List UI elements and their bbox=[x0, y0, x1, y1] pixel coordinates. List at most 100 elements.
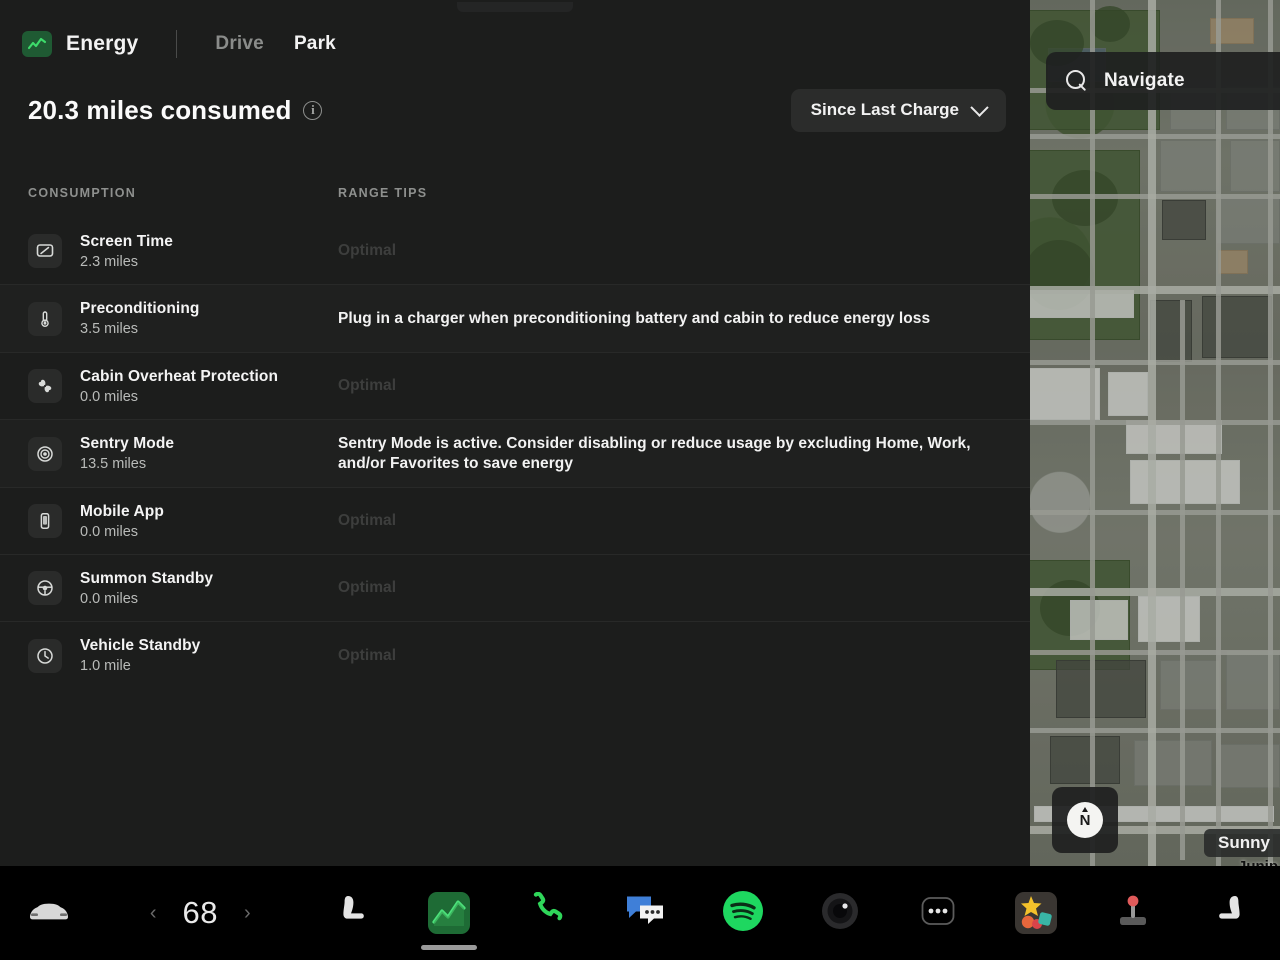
temp-decrease-button[interactable]: ‹ bbox=[150, 903, 157, 923]
row-value: 13.5 miles bbox=[80, 456, 147, 472]
table-row[interactable]: Cabin Overheat Protection 0.0 miles Opti… bbox=[0, 353, 1030, 420]
arcade-joystick-icon bbox=[1113, 891, 1153, 936]
seat-heater-right-icon bbox=[1214, 892, 1248, 935]
dock-messages-button[interactable] bbox=[596, 866, 694, 960]
column-header-consumption: CONSUMPTION bbox=[28, 186, 137, 200]
sentry-camera-icon bbox=[28, 436, 62, 471]
row-name: Preconditioning bbox=[80, 300, 200, 317]
row-name: Mobile App bbox=[80, 502, 164, 520]
consumed-text: 20.3 miles consumed bbox=[28, 94, 292, 125]
row-text: Mobile App 0.0 miles bbox=[80, 503, 164, 540]
row-value: 1.0 mile bbox=[80, 658, 131, 674]
dock-camera-button[interactable] bbox=[791, 866, 889, 960]
fan-icon bbox=[28, 369, 62, 403]
spotify-icon bbox=[722, 890, 764, 937]
table-row[interactable]: Vehicle Standby 1.0 mile Optimal bbox=[0, 622, 1030, 689]
row-text: Summon Standby 0.0 miles bbox=[80, 570, 213, 607]
row-name: Sentry Mode bbox=[80, 435, 175, 452]
dock-toybox-button[interactable] bbox=[987, 866, 1085, 960]
weather-badge[interactable]: Sunny bbox=[1204, 829, 1280, 857]
range-filter-label: Since Last Charge bbox=[810, 100, 959, 119]
search-icon bbox=[1066, 70, 1088, 92]
row-tip: Optimal bbox=[338, 377, 397, 395]
dock-spotify-button[interactable] bbox=[694, 866, 792, 960]
row-name: Screen Time bbox=[80, 232, 174, 250]
navigate-label: Navigate bbox=[1104, 70, 1185, 91]
toybox-icon bbox=[1014, 892, 1057, 934]
mobile-phone-icon bbox=[28, 504, 62, 538]
panel-drag-handle[interactable] bbox=[457, 2, 573, 12]
dock-car-button[interactable] bbox=[0, 866, 98, 960]
dock-climate-control: ‹ 68 › bbox=[98, 866, 303, 960]
thermometer-icon bbox=[28, 301, 62, 336]
row-tip: Optimal bbox=[338, 579, 397, 597]
summary-row: 20.3 miles consumed i Since Last Charge bbox=[0, 86, 1030, 134]
map-view[interactable] bbox=[1030, 0, 1280, 866]
row-value: 0.0 miles bbox=[80, 590, 139, 607]
screen-icon bbox=[28, 234, 62, 268]
tesla-screen: Navigate N Sunny Junip Energy Drive Park bbox=[0, 0, 1280, 960]
row-text: Vehicle Standby 1.0 mile bbox=[80, 637, 200, 674]
compass-button[interactable]: N bbox=[1052, 787, 1118, 853]
consumption-list: Screen Time 2.3 miles Optimal Preconditi… bbox=[0, 218, 1030, 689]
row-name: Cabin Overheat Protection bbox=[80, 367, 279, 385]
row-tip: Plug in a charger when preconditioning b… bbox=[338, 309, 931, 327]
page-title: Energy bbox=[66, 32, 139, 55]
row-label-group: Vehicle Standby 1.0 mile bbox=[28, 637, 338, 674]
table-row[interactable]: Sentry Mode 13.5 miles Sentry Mode is ac… bbox=[0, 420, 1030, 488]
energy-tabs: Drive Park bbox=[213, 29, 338, 59]
temperature-value[interactable]: 68 bbox=[183, 895, 218, 931]
steering-wheel-icon bbox=[28, 571, 62, 605]
row-tip: Optimal bbox=[338, 512, 397, 530]
dock-arcade-button[interactable] bbox=[1085, 866, 1183, 960]
compass-north-icon: N bbox=[1067, 802, 1103, 838]
row-tip: Optimal bbox=[338, 242, 397, 260]
row-name: Vehicle Standby bbox=[80, 637, 201, 654]
dock-more-button[interactable] bbox=[889, 866, 987, 960]
dock-seat-heater-right-button[interactable] bbox=[1182, 866, 1280, 960]
row-label-group: Sentry Mode 13.5 miles bbox=[28, 435, 338, 472]
range-filter-dropdown[interactable]: Since Last Charge bbox=[790, 88, 1006, 132]
row-text: Sentry Mode 13.5 miles bbox=[80, 435, 174, 472]
energy-topbar: Energy Drive Park bbox=[0, 20, 1030, 68]
row-tip: Sentry Mode is active. Consider disablin… bbox=[338, 434, 971, 472]
row-text: Screen Time 2.3 miles bbox=[80, 233, 173, 270]
table-row[interactable]: Summon Standby 0.0 miles Optimal bbox=[0, 555, 1030, 622]
temp-increase-button[interactable]: › bbox=[244, 903, 251, 923]
chevron-down-icon bbox=[970, 97, 989, 117]
seat-heater-left-icon bbox=[335, 892, 369, 935]
row-label-group: Cabin Overheat Protection 0.0 miles bbox=[28, 368, 338, 405]
tab-park[interactable]: Park bbox=[292, 29, 338, 59]
dock-energy-button[interactable] bbox=[401, 866, 499, 960]
row-tip: Optimal bbox=[338, 646, 397, 664]
dock-active-indicator bbox=[421, 945, 478, 950]
row-label-group: Summon Standby 0.0 miles bbox=[28, 570, 338, 607]
row-label-group: Preconditioning 3.5 miles bbox=[28, 300, 338, 337]
column-header-range-tips: RANGE TIPS bbox=[338, 186, 428, 200]
navigate-search-bar[interactable]: Navigate bbox=[1046, 52, 1280, 110]
column-headers: CONSUMPTION RANGE TIPS bbox=[0, 186, 1030, 206]
energy-graph-icon bbox=[22, 31, 52, 57]
consumed-summary: 20.3 miles consumed i bbox=[28, 94, 323, 126]
table-row[interactable]: Mobile App 0.0 miles Optimal bbox=[0, 488, 1030, 555]
row-value: 0.0 miles bbox=[80, 523, 139, 540]
row-name: Summon Standby bbox=[80, 569, 214, 587]
camera-icon bbox=[820, 891, 860, 936]
info-icon[interactable]: i bbox=[303, 100, 323, 120]
tab-drive[interactable]: Drive bbox=[213, 29, 266, 59]
weather-label: Sunny bbox=[1218, 833, 1270, 852]
dock-seat-heater-left-button[interactable] bbox=[303, 866, 401, 960]
dock-phone-button[interactable] bbox=[498, 866, 596, 960]
car-icon bbox=[26, 896, 72, 931]
row-text: Preconditioning 3.5 miles bbox=[80, 300, 199, 337]
energy-graph-icon bbox=[428, 892, 471, 934]
compass-label: N bbox=[1079, 811, 1091, 829]
messages-icon bbox=[624, 892, 666, 935]
divider bbox=[176, 30, 178, 58]
row-text: Cabin Overheat Protection 0.0 miles bbox=[80, 368, 278, 405]
row-value: 2.3 miles bbox=[80, 253, 139, 270]
table-row[interactable]: Screen Time 2.3 miles Optimal bbox=[0, 218, 1030, 285]
table-row[interactable]: Preconditioning 3.5 miles Plug in a char… bbox=[0, 285, 1030, 353]
row-label-group: Mobile App 0.0 miles bbox=[28, 503, 338, 540]
phone-icon bbox=[528, 891, 566, 935]
